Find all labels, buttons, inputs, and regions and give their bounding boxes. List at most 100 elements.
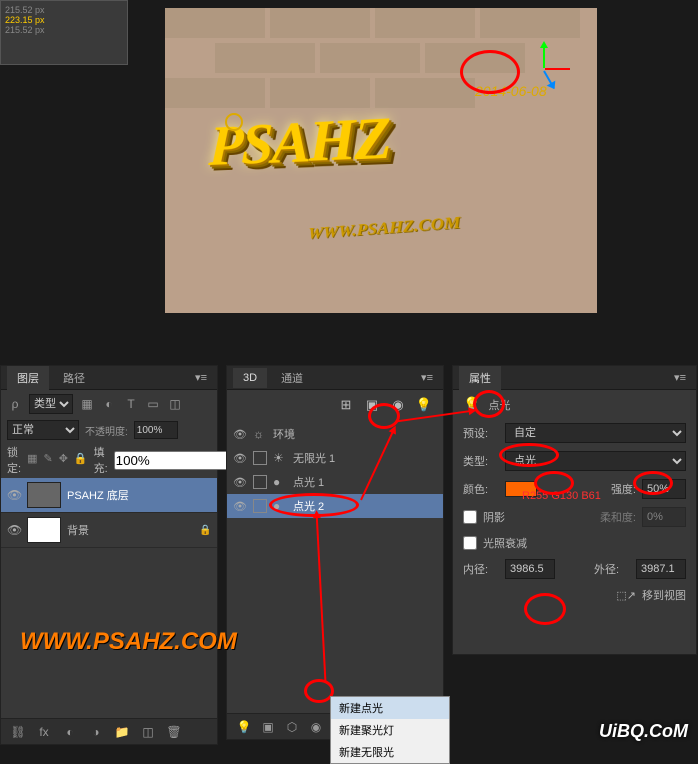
falloff-label: 光照衰减 <box>483 535 527 551</box>
mask-icon[interactable]: ◐ <box>61 723 79 741</box>
trash-icon[interactable]: 🗑 <box>165 723 183 741</box>
filter-icon[interactable]: ρ <box>7 396 23 412</box>
3d-item-environment[interactable]: 👁 ☼ 环境 <box>227 422 443 446</box>
softness-label: 柔和度: <box>600 509 636 525</box>
layer-row[interactable]: 👁 PSAHZ 底层 <box>1 478 217 513</box>
properties-header: 💡 点光 <box>453 390 696 419</box>
environment-icon: ☼ <box>253 427 267 441</box>
eye-icon[interactable]: 👁 <box>7 523 21 537</box>
falloff-row: 光照衰减 <box>453 531 696 555</box>
lock-position-icon[interactable]: ✥ <box>59 452 68 468</box>
mesh-icon[interactable]: ⬡ <box>283 718 301 736</box>
point-light-icon: ● <box>273 475 287 489</box>
tab-channels[interactable]: 通道 <box>271 366 313 390</box>
gizmo-z-axis[interactable] <box>543 71 555 89</box>
render-icon[interactable]: ▣ <box>259 718 277 736</box>
3d-viewport[interactable]: 2014-06-08 PSAHZ WWW.PSAHZ.COM <box>165 8 597 313</box>
filter-mesh-icon[interactable]: ▣ <box>363 396 381 414</box>
new-light-button[interactable]: 💡 <box>235 718 253 736</box>
layer-filter-row: ρ 类型 ▦ ◐ T ▭ ◫ <box>1 390 217 418</box>
link-icon[interactable]: ⛓ <box>9 723 27 741</box>
layers-panel: 图层 路径 ▾≡ ρ 类型 ▦ ◐ T ▭ ◫ 正常 不透明度: 锁定: ▦ ✎… <box>0 365 218 745</box>
filter-shape-icon[interactable]: ▭ <box>145 396 161 412</box>
point-light-icon: ● <box>273 499 287 513</box>
material-icon[interactable]: ◉ <box>307 718 325 736</box>
new-layer-icon[interactable]: ◫ <box>139 723 157 741</box>
watermark-psahz: WWW.PSAHZ.COM <box>20 628 237 656</box>
3d-item-point-light-2[interactable]: 👁 ● 点光 2 <box>227 494 443 518</box>
filter-light-icon[interactable]: 💡 <box>415 396 433 414</box>
fx-icon[interactable]: fx <box>35 723 53 741</box>
intensity-input[interactable] <box>642 479 686 499</box>
3d-item-label: 环境 <box>273 426 295 442</box>
px-value-1: 215.52 px <box>5 5 45 15</box>
filter-type-select[interactable]: 类型 <box>29 394 73 414</box>
tab-3d[interactable]: 3D <box>233 368 267 388</box>
type-label: 类型: <box>463 453 499 469</box>
layer-name: PSAHZ 底层 <box>67 487 129 503</box>
infinite-light-icon: ☀ <box>273 451 287 465</box>
type-select[interactable]: 点光 <box>505 451 686 471</box>
eye-icon[interactable]: 👁 <box>233 452 247 465</box>
opacity-label: 不透明度: <box>85 423 128 438</box>
intensity-label: 强度: <box>611 481 636 497</box>
square-icon <box>253 499 267 513</box>
panel-menu-icon[interactable]: ▾≡ <box>670 371 690 384</box>
eye-icon[interactable]: 👁 <box>233 476 247 489</box>
tab-properties[interactable]: 属性 <box>459 366 501 390</box>
3d-item-point-light[interactable]: 👁 ● 点光 1 <box>227 470 443 494</box>
light-widget-icon[interactable] <box>225 113 243 131</box>
type-row: 类型: 点光 <box>453 447 696 475</box>
move-to-view-label[interactable]: 移到视图 <box>642 587 686 603</box>
lock-transparent-icon[interactable]: ▦ <box>27 452 37 468</box>
layer-thumbnail[interactable] <box>27 482 61 508</box>
gizmo-y-axis[interactable] <box>543 43 545 68</box>
opacity-input[interactable] <box>134 421 178 439</box>
tab-layers[interactable]: 图层 <box>7 366 49 390</box>
tab-paths[interactable]: 路径 <box>53 366 95 390</box>
panel-menu-icon[interactable]: ▾≡ <box>191 371 211 384</box>
inner-label: 内径: <box>463 561 499 577</box>
3d-move-gizmo[interactable] <box>515 43 575 103</box>
filter-scene-icon[interactable]: ⊞ <box>337 396 355 414</box>
square-icon <box>253 475 267 489</box>
filter-adjust-icon[interactable]: ◐ <box>101 396 117 412</box>
outer-radius-input <box>636 559 686 579</box>
3d-item-label: 点光 1 <box>293 474 324 490</box>
3d-items-list: 👁 ☼ 环境 👁 ☀ 无限光 1 👁 ● 点光 1 👁 ● 点光 2 <box>227 420 443 520</box>
menu-new-infinite-light[interactable]: 新建无限光 <box>331 741 449 763</box>
3d-item-infinite-light[interactable]: 👁 ☀ 无限光 1 <box>227 446 443 470</box>
falloff-checkbox[interactable] <box>463 536 477 550</box>
layers-panel-tabs: 图层 路径 ▾≡ <box>1 366 217 390</box>
eye-icon[interactable]: 👁 <box>233 500 247 513</box>
3d-url-text: WWW.PSAHZ.COM <box>307 213 461 243</box>
filter-text-icon[interactable]: T <box>123 396 139 412</box>
lock-pixel-icon[interactable]: ✎ <box>43 452 52 468</box>
layer-row[interactable]: 👁 背景 🔒 <box>1 513 217 548</box>
preset-select[interactable]: 自定 <box>505 423 686 443</box>
eye-icon[interactable]: 👁 <box>7 488 21 502</box>
move-to-view-icon[interactable]: ⬚↗ <box>616 589 636 602</box>
group-icon[interactable]: 📁 <box>113 723 131 741</box>
menu-new-spot-light[interactable]: 新建聚光灯 <box>331 719 449 741</box>
filter-material-icon[interactable]: ◉ <box>389 396 407 414</box>
eye-icon[interactable]: 👁 <box>233 428 247 441</box>
shadow-row: 阴影 柔和度: <box>453 503 696 531</box>
preset-label: 预设: <box>463 425 499 441</box>
adjust-icon[interactable]: ◑ <box>87 723 105 741</box>
shadow-label: 阴影 <box>483 509 505 525</box>
shadow-checkbox[interactable] <box>463 510 477 524</box>
blend-mode-select[interactable]: 正常 <box>7 420 79 440</box>
gizmo-x-axis[interactable] <box>545 68 570 70</box>
filter-pixel-icon[interactable]: ▦ <box>79 396 95 412</box>
lock-row: 锁定: ▦ ✎ ✥ 🔒 填充: <box>1 442 217 478</box>
layer-name: 背景 <box>67 522 89 538</box>
filter-smart-icon[interactable]: ◫ <box>167 396 183 412</box>
properties-tabs: 属性 ▾≡ <box>453 366 696 390</box>
panel-menu-icon[interactable]: ▾≡ <box>417 371 437 384</box>
menu-new-point-light[interactable]: 新建点光 <box>331 697 449 719</box>
fill-label: 填充: <box>94 444 108 476</box>
layer-thumbnail[interactable] <box>27 517 61 543</box>
lock-all-icon[interactable]: 🔒 <box>74 452 88 468</box>
watermark-uibq: UiBQ.CoM <box>599 721 688 742</box>
